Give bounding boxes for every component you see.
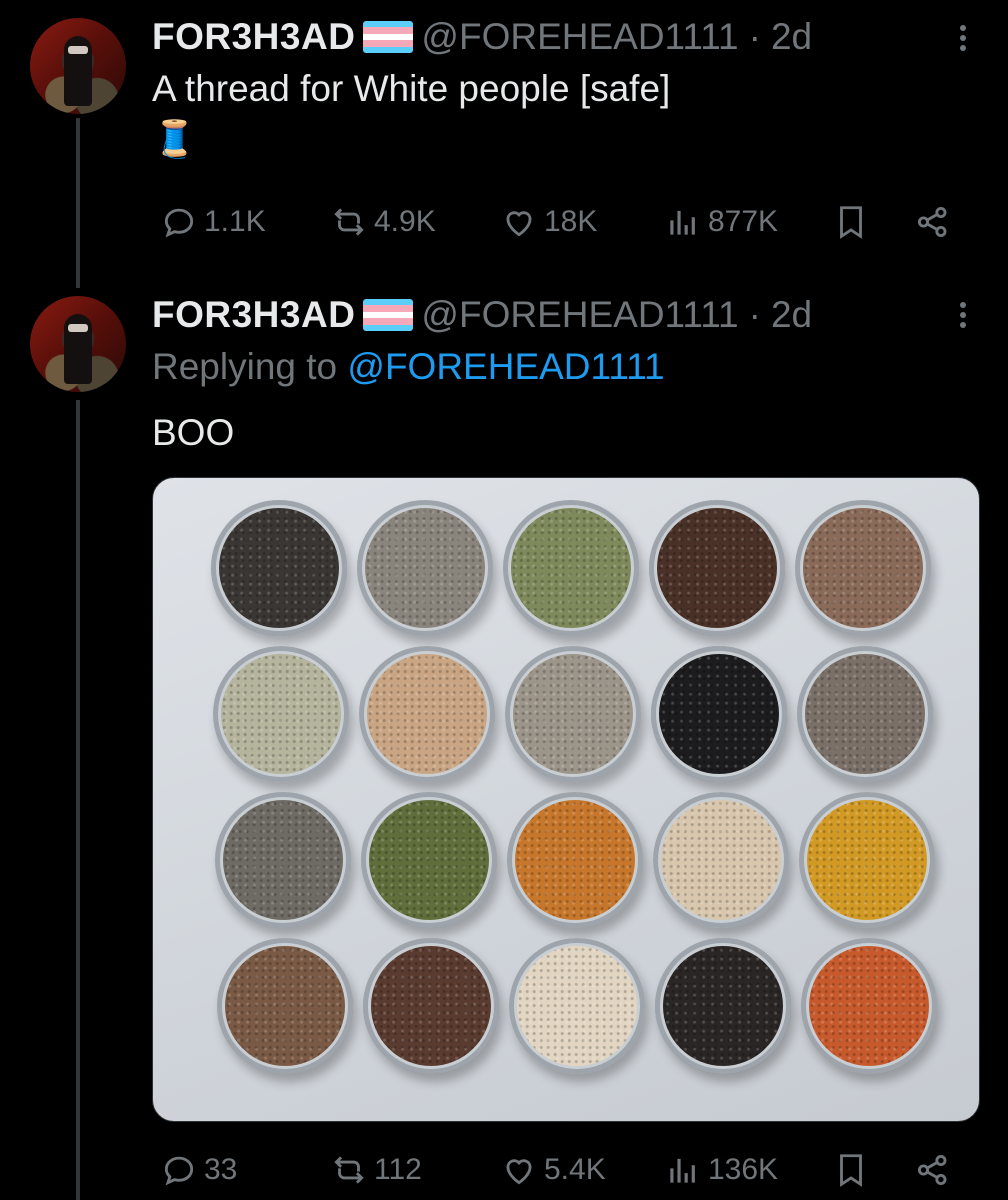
share-button[interactable]	[914, 198, 958, 246]
share-icon	[917, 206, 947, 238]
views-icon	[670, 210, 695, 235]
like-count: 18K	[544, 205, 598, 238]
repost-button[interactable]: 112	[330, 1146, 422, 1194]
spice-tin	[795, 500, 931, 636]
tweet-header: FOR3H3AD @FOREHEAD1111 · 2d	[152, 292, 812, 338]
reply-icon	[164, 208, 194, 238]
trans-flag-icon	[363, 21, 414, 53]
trans-flag-icon	[363, 299, 414, 331]
views-icon	[670, 1158, 695, 1183]
more-options-icon[interactable]	[958, 25, 968, 51]
repost-count: 4.9K	[374, 205, 436, 238]
spice-tin	[357, 500, 493, 636]
repost-button[interactable]: 4.9K	[330, 198, 436, 246]
views-button[interactable]: 136K	[664, 1146, 778, 1194]
timestamp[interactable]: 2d	[771, 294, 812, 336]
reply-button[interactable]: 1.1K	[160, 198, 266, 246]
view-count: 877K	[708, 205, 779, 238]
separator-dot: ·	[748, 294, 761, 335]
tweet-text: A thread for White people [safe]	[152, 68, 671, 109]
reply-count: 33	[204, 1153, 238, 1186]
spice-tin	[653, 792, 789, 928]
repost-count: 112	[374, 1153, 422, 1186]
spice-tin	[361, 792, 497, 928]
more-options-icon[interactable]	[958, 302, 968, 328]
spice-tin	[509, 938, 645, 1074]
reply-icon	[164, 1156, 194, 1186]
spice-tin	[799, 792, 935, 928]
tweet-image-spices[interactable]	[152, 477, 980, 1122]
heart-icon	[506, 211, 532, 237]
replying-to-label: Replying to	[152, 346, 338, 387]
tweet-actions: 33 112 5.4K 136K	[152, 1146, 962, 1194]
reply-button[interactable]: 33	[160, 1146, 237, 1194]
spice-tin	[503, 500, 639, 636]
view-count: 136K	[708, 1153, 779, 1186]
spice-tin	[801, 938, 937, 1074]
spice-tin	[651, 646, 787, 782]
spice-tin	[217, 938, 353, 1074]
spice-tin	[215, 792, 351, 928]
repost-icon	[334, 208, 364, 236]
repost-icon	[334, 1156, 364, 1184]
like-count: 5.4K	[544, 1153, 606, 1186]
bookmark-icon	[840, 206, 862, 239]
timestamp[interactable]: 2d	[771, 16, 812, 58]
bookmark-button[interactable]	[832, 198, 876, 246]
separator-dot: ·	[748, 16, 761, 57]
heart-icon	[506, 1159, 532, 1185]
display-name[interactable]: FOR3H3AD	[152, 294, 355, 336]
user-handle[interactable]: @FOREHEAD1111	[421, 16, 738, 58]
mention-link[interactable]: @FOREHEAD1111	[347, 346, 664, 387]
display-name[interactable]: FOR3H3AD	[152, 16, 355, 58]
thread-emoji: 🧵	[152, 118, 197, 159]
tweet-actions: 1.1K 4.9K 18K 877K	[152, 198, 962, 246]
spice-tin	[797, 646, 933, 782]
share-icon	[917, 1154, 947, 1186]
reply-count: 1.1K	[204, 205, 266, 238]
replying-to-line: Replying to @FOREHEAD1111	[152, 346, 665, 388]
tweet-header: FOR3H3AD @FOREHEAD1111 · 2d	[152, 14, 812, 60]
spice-tin	[363, 938, 499, 1074]
spice-tin	[211, 500, 347, 636]
thread-line	[76, 118, 80, 288]
like-button[interactable]: 18K	[500, 198, 597, 246]
like-button[interactable]: 5.4K	[500, 1146, 606, 1194]
spice-tin	[655, 938, 791, 1074]
spice-tin	[359, 646, 495, 782]
bookmark-icon	[840, 1154, 862, 1187]
tweet-text: BOO	[152, 412, 235, 453]
user-handle[interactable]: @FOREHEAD1111	[421, 294, 738, 336]
thread-line	[76, 400, 80, 1200]
spice-tin	[507, 792, 643, 928]
avatar[interactable]	[30, 296, 126, 392]
bookmark-button[interactable]	[832, 1146, 876, 1194]
spice-tin	[649, 500, 785, 636]
spice-tin	[213, 646, 349, 782]
share-button[interactable]	[914, 1146, 958, 1194]
views-button[interactable]: 877K	[664, 198, 778, 246]
spice-tin	[505, 646, 641, 782]
avatar[interactable]	[30, 18, 126, 114]
